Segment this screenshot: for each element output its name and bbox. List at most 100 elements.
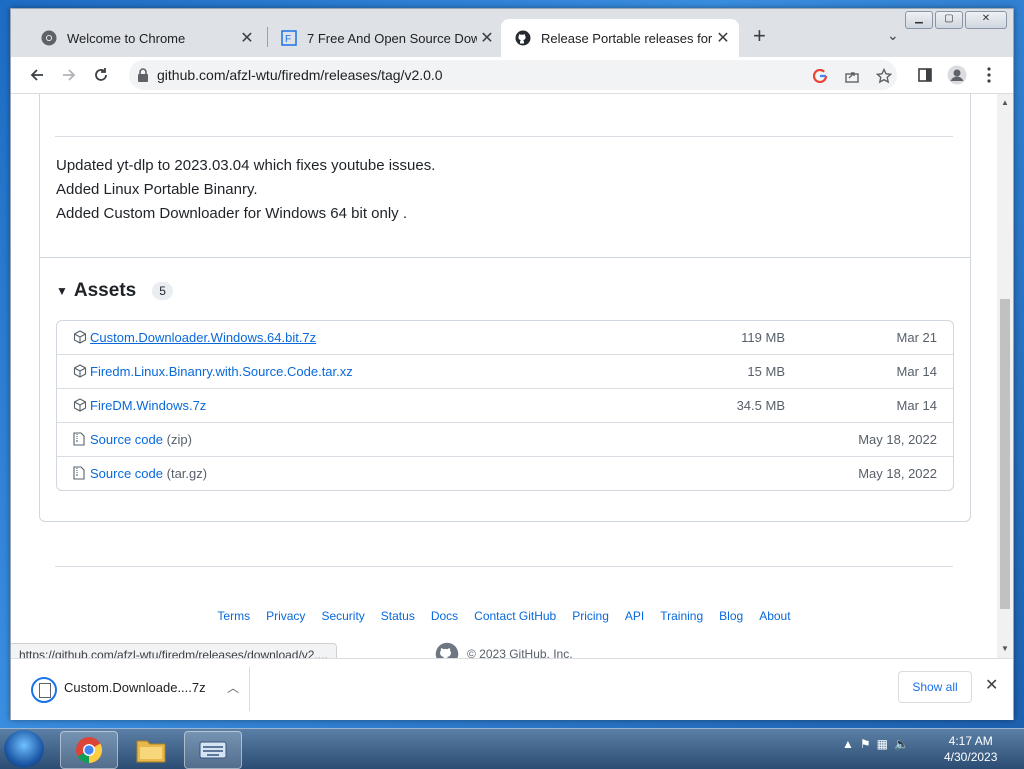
file-download-icon [31, 677, 57, 703]
asset-row: Firedm.Linux.Binanry.with.Source.Code.ta… [57, 354, 953, 388]
asset-name: Firedm.Linux.Binanry.with.Source.Code.ta… [90, 364, 353, 379]
asset-name: Source code [90, 466, 163, 481]
footer-link-status[interactable]: Status [381, 609, 415, 623]
chrome-icon [76, 737, 103, 764]
footer-link-training[interactable]: Training [660, 609, 703, 623]
release-note: Added Custom Downloader for Windows 64 b… [56, 205, 408, 222]
asset-date: May 18, 2022 [858, 432, 937, 447]
footer-link-docs[interactable]: Docs [431, 609, 458, 623]
asset-name: FireDM.Windows.7z [90, 398, 207, 413]
asset-link[interactable]: Custom.Downloader.Windows.64.bit.7z [90, 330, 316, 345]
maximize-icon[interactable]: ▢ [935, 11, 963, 29]
github-icon [515, 30, 531, 46]
footer-link-terms[interactable]: Terms [217, 609, 250, 623]
asset-size: 34.5 MB [736, 398, 785, 413]
release-notes: Updated yt-dlp to 2023.03.04 which fixes… [56, 154, 435, 226]
chrome-icon [41, 30, 57, 46]
new-tab-icon[interactable]: + [753, 25, 766, 47]
close-tab-icon[interactable]: ✕ [713, 28, 733, 48]
asset-link[interactable]: FireDM.Windows.7z [90, 398, 206, 413]
divider [55, 566, 953, 567]
download-item[interactable]: Custom.Downloade....7z ︿ [19, 667, 250, 711]
close-tab-icon[interactable]: ✕ [477, 28, 497, 48]
taskbar: ▲ ⚑ ▦ 🔈 4:17 AM 4/30/2023 [0, 728, 1024, 769]
scroll-up-icon[interactable]: ▲ [1000, 98, 1010, 108]
share-icon[interactable] [843, 67, 861, 85]
lock-icon[interactable] [137, 68, 149, 87]
taskbar-chrome[interactable] [60, 731, 118, 769]
release-note: Updated yt-dlp to 2023.03.04 which fixes… [56, 157, 436, 174]
copyright-text: © 2023 GitHub, Inc. [467, 647, 573, 658]
footer-link-security[interactable]: Security [321, 609, 364, 623]
assets-list: Custom.Downloader.Windows.64.bit.7z 119 … [56, 320, 954, 491]
asset-row: Custom.Downloader.Windows.64.bit.7z 119 … [57, 321, 953, 354]
asset-link[interactable]: Firedm.Linux.Binanry.with.Source.Code.ta… [90, 364, 353, 379]
package-icon [73, 364, 87, 378]
file-zip-icon [73, 466, 87, 480]
system-tray: ▲ ⚑ ▦ 🔈 [842, 737, 909, 751]
side-panel-icon[interactable] [913, 63, 937, 87]
divider [39, 257, 970, 258]
asset-row: FireDM.Windows.7z 34.5 MB Mar 14 [57, 388, 953, 422]
asset-name: Custom.Downloader.Windows.64.bit.7z [90, 330, 317, 345]
window-controls: ▁ ▢ ✕ [905, 11, 1007, 29]
close-icon[interactable]: ✕ [985, 675, 998, 695]
start-button[interactable] [4, 730, 44, 768]
tab-title: Welcome to Chrome [67, 30, 186, 46]
tab-downloaders[interactable]: F 7 Free And Open Source Downlo ✕ [267, 19, 503, 57]
network-icon[interactable]: ▦ [877, 737, 888, 751]
asset-link[interactable]: Source code (zip) [90, 432, 192, 447]
asset-date: Mar 21 [896, 330, 937, 345]
asset-size: 15 MB [747, 364, 785, 379]
footer-link-api[interactable]: API [625, 609, 644, 623]
action-center-icon[interactable]: ⚑ [860, 737, 871, 751]
asset-link[interactable]: Source code (tar.gz) [90, 466, 207, 481]
bookmark-star-icon[interactable] [875, 67, 893, 85]
tab-welcome[interactable]: Welcome to Chrome ✕ [27, 19, 263, 57]
profile-avatar-icon[interactable] [945, 63, 969, 87]
page-viewport: Updated yt-dlp to 2023.03.04 which fixes… [11, 94, 997, 658]
chevron-up-icon[interactable]: ︿ [227, 679, 239, 696]
clock-time: 4:17 AM [948, 734, 993, 748]
footer-links: Terms Privacy Security Status Docs Conta… [11, 609, 997, 623]
address-bar[interactable]: github.com/afzl-wtu/firedm/releases/tag/… [129, 60, 897, 90]
volume-muted-icon[interactable]: 🔈 [894, 737, 909, 751]
close-tab-icon[interactable]: ✕ [237, 28, 257, 48]
site-favicon-icon: F [281, 30, 297, 46]
github-logo-icon[interactable] [435, 642, 459, 658]
show-hidden-icons-icon[interactable]: ▲ [842, 737, 854, 751]
footer-link-privacy[interactable]: Privacy [266, 609, 305, 623]
menu-kebab-icon[interactable] [977, 63, 1001, 87]
footer-link-contact[interactable]: Contact GitHub [474, 609, 556, 623]
scroll-down-icon[interactable]: ▼ [1000, 644, 1010, 654]
google-icon[interactable] [811, 67, 829, 85]
assets-count-badge: 5 [152, 282, 173, 300]
back-arrow-icon[interactable] [25, 63, 49, 87]
link-status-bar: https://github.com/afzl-wtu/firedm/relea… [11, 643, 337, 658]
tab-release[interactable]: Release Portable releases for Wir ✕ [501, 19, 739, 57]
reload-icon[interactable] [89, 63, 113, 87]
tab-title: 7 Free And Open Source Downlo [307, 30, 477, 46]
download-shelf: Custom.Downloade....7z ︿ Show all ✕ [11, 658, 1013, 720]
show-all-button[interactable]: Show all [898, 671, 972, 703]
taskbar-onscreen-keyboard[interactable] [184, 731, 242, 769]
scrollbar[interactable]: ▲ ▼ [997, 94, 1013, 658]
file-zip-icon [73, 432, 87, 446]
assets-toggle[interactable]: ▼ Assets 5 [56, 280, 173, 302]
minimize-icon[interactable]: ▁ [905, 11, 933, 29]
chevron-down-icon[interactable]: ⌄ [887, 27, 899, 44]
package-icon [73, 330, 87, 344]
footer-link-blog[interactable]: Blog [719, 609, 743, 623]
taskbar-explorer[interactable] [122, 731, 180, 769]
folder-icon [136, 740, 166, 763]
asset-row: Source code (zip) May 18, 2022 [57, 422, 953, 456]
close-window-icon[interactable]: ✕ [965, 11, 1007, 29]
system-clock[interactable]: 4:17 AM 4/30/2023 [944, 733, 997, 765]
asset-date: Mar 14 [896, 398, 937, 413]
scroll-thumb[interactable] [1000, 299, 1010, 609]
footer-link-about[interactable]: About [759, 609, 790, 623]
forward-arrow-icon[interactable] [57, 63, 81, 87]
asset-row: Source code (tar.gz) May 18, 2022 [57, 456, 953, 490]
keyboard-icon [199, 741, 227, 759]
footer-link-pricing[interactable]: Pricing [572, 609, 609, 623]
